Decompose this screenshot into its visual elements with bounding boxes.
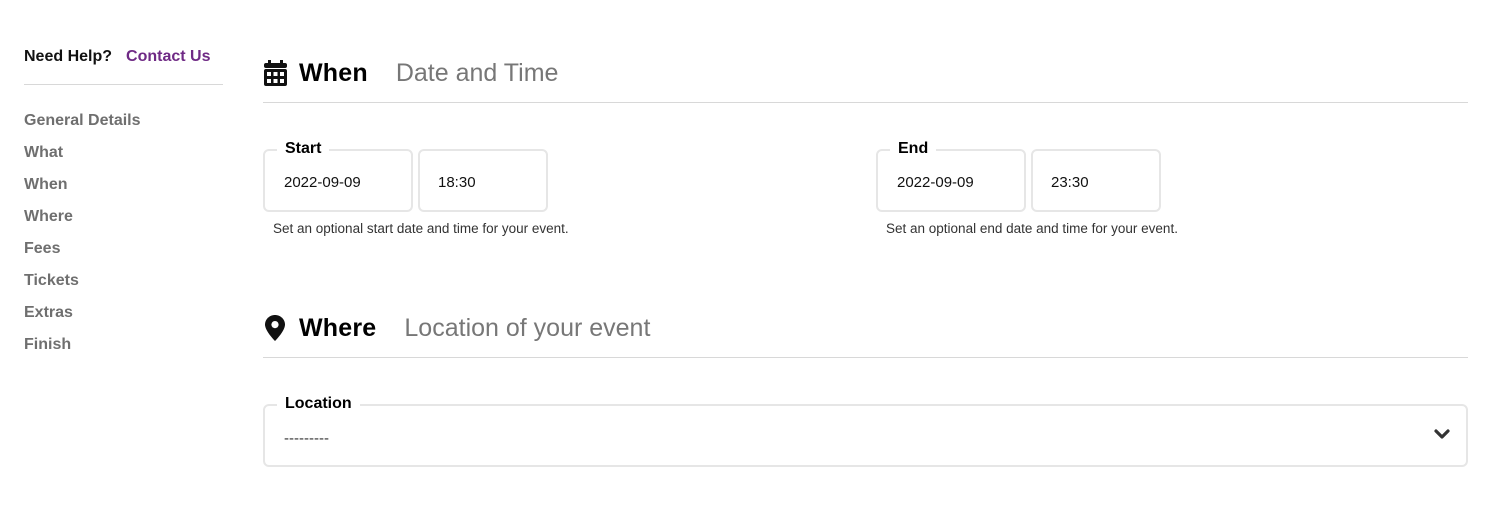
end-time-input[interactable] xyxy=(1051,174,1161,192)
contact-us-link[interactable]: Contact Us xyxy=(126,48,210,66)
location-selected-value: --------- xyxy=(284,430,329,447)
start-date-field[interactable]: Start xyxy=(263,139,413,212)
start-date-input[interactable] xyxy=(284,174,394,192)
location-legend: Location xyxy=(277,394,360,414)
where-section-header: Where Location of your event xyxy=(263,311,1468,345)
sidebar-item-what[interactable]: What xyxy=(24,142,223,174)
sidebar-item-general-details[interactable]: General Details xyxy=(24,110,223,142)
when-title: When xyxy=(299,58,368,87)
sidebar-item-when[interactable]: When xyxy=(24,174,223,206)
help-row: Need Help? Contact Us xyxy=(24,48,223,70)
location-select[interactable]: Location --------- xyxy=(263,394,1468,467)
when-divider xyxy=(263,102,1468,103)
sidebar-nav: General Details What When Where Fees Tic… xyxy=(24,110,223,366)
start-time-field[interactable] xyxy=(418,149,548,212)
where-subtitle: Location of your event xyxy=(404,313,651,342)
chevron-down-icon[interactable] xyxy=(1434,428,1450,442)
end-date-input[interactable] xyxy=(897,174,1007,192)
sidebar-item-tickets[interactable]: Tickets xyxy=(24,270,223,302)
end-date-field[interactable]: End xyxy=(876,139,1026,212)
sidebar-item-finish[interactable]: Finish xyxy=(24,334,223,366)
where-divider xyxy=(263,357,1468,358)
map-pin-icon xyxy=(263,315,287,341)
calendar-icon xyxy=(263,60,287,86)
sidebar-divider xyxy=(24,84,223,85)
end-legend: End xyxy=(890,139,937,159)
end-help-text: Set an optional end date and time for yo… xyxy=(886,221,1178,236)
start-help-text: Set an optional start date and time for … xyxy=(273,221,569,236)
start-legend: Start xyxy=(277,139,330,159)
where-title: Where xyxy=(299,313,377,342)
when-section-header: When Date and Time xyxy=(263,56,1468,90)
end-time-field[interactable] xyxy=(1031,149,1161,212)
need-help-label: Need Help? xyxy=(24,48,113,65)
sidebar-item-extras[interactable]: Extras xyxy=(24,302,223,334)
sidebar: Need Help? Contact Us General Details Wh… xyxy=(24,48,223,366)
when-subtitle: Date and Time xyxy=(395,58,559,87)
sidebar-item-fees[interactable]: Fees xyxy=(24,238,223,270)
sidebar-item-where[interactable]: Where xyxy=(24,206,223,238)
start-time-input[interactable] xyxy=(438,174,548,192)
